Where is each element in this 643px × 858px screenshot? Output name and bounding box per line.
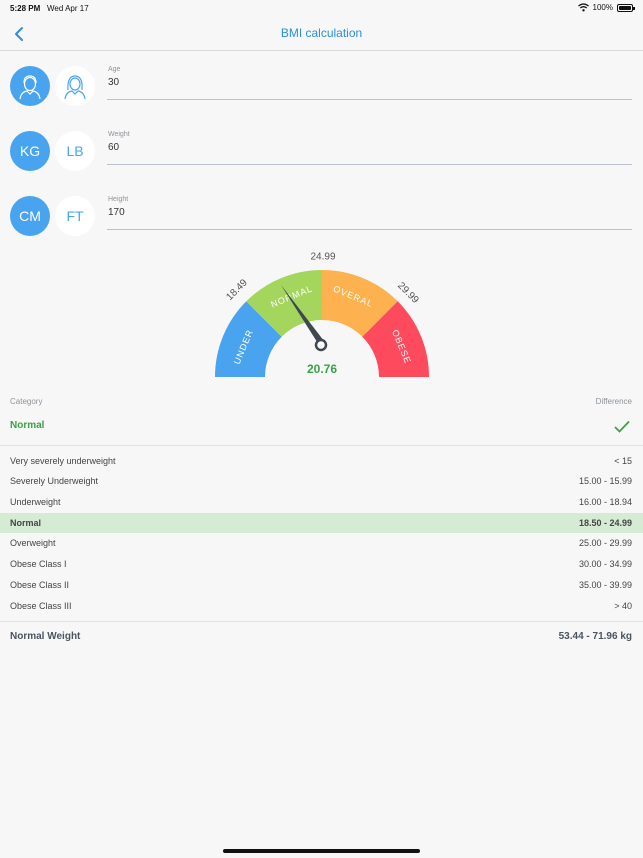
gauge-tick-2499: 24.99 xyxy=(310,252,335,263)
range-row-normal: Normal 18.50 - 24.99 xyxy=(0,513,643,533)
range-row-obese-class-1: Obese Class I 30.00 - 34.99 xyxy=(0,554,643,574)
unit-cm-button[interactable]: CM xyxy=(10,196,50,236)
gauge-tick-1849: 18.49 xyxy=(224,277,250,303)
age-label: Age xyxy=(108,66,121,73)
range-row-very-severely-underweight: Very severely underweight < 15 xyxy=(0,451,643,471)
female-gender-button[interactable] xyxy=(55,66,95,106)
gauge-tick-2999: 29.99 xyxy=(395,280,421,306)
weight-value[interactable]: 60 xyxy=(108,142,633,153)
battery-icon xyxy=(617,3,635,12)
divider xyxy=(0,621,643,622)
gauge-pivot xyxy=(314,338,328,352)
page-title: BMI calculation xyxy=(280,26,363,40)
range-value: < 15 xyxy=(614,456,632,466)
height-value[interactable]: 170 xyxy=(108,207,633,218)
status-bar: 5:28 PM Wed Apr 17 100% xyxy=(0,0,643,18)
range-row-severely-underweight: Severely Underweight 15.00 - 15.99 xyxy=(0,471,643,491)
range-name: Severely Underweight xyxy=(10,476,99,486)
age-value[interactable]: 30 xyxy=(108,77,633,88)
gauge-bmi-value: 20.76 xyxy=(307,362,337,376)
unit-kg-button[interactable]: KG xyxy=(10,131,50,171)
male-avatar-icon xyxy=(19,75,41,100)
bmi-gauge: UNDER NORMAL OVERAL OBESE 18.49 24.99 29… xyxy=(214,252,429,377)
range-row-obese-class-3: Obese Class III > 40 xyxy=(0,596,643,616)
weight-field[interactable]: Weight 60 xyxy=(107,131,632,165)
wifi-icon xyxy=(577,3,589,12)
unit-lb-button[interactable]: LB xyxy=(55,131,95,171)
range-name: Underweight xyxy=(10,497,61,507)
unit-ft-button[interactable]: FT xyxy=(55,196,95,236)
range-value: 25.00 - 29.99 xyxy=(578,538,632,548)
range-value: > 40 xyxy=(614,601,632,611)
range-value: 16.00 - 18.94 xyxy=(578,497,632,507)
check-icon xyxy=(614,420,630,433)
category-header: Category xyxy=(10,397,43,406)
status-date: Wed Apr 17 xyxy=(47,4,89,13)
male-gender-button[interactable] xyxy=(10,66,50,106)
range-name: Normal xyxy=(10,518,42,528)
range-value: 35.00 - 39.99 xyxy=(578,580,632,590)
age-field[interactable]: Age 30 xyxy=(107,66,632,100)
nav-bar: BMI calculation xyxy=(0,18,643,51)
battery-percent: 100% xyxy=(592,3,613,12)
status-time: 5:28 PM xyxy=(10,4,41,13)
weight-label: Weight xyxy=(108,131,130,138)
range-row-underweight: Underweight 16.00 - 18.94 xyxy=(0,492,643,512)
height-field[interactable]: Height 170 xyxy=(107,196,632,230)
range-name: Very severely underweight xyxy=(10,456,116,466)
range-value: 30.00 - 34.99 xyxy=(578,559,632,569)
home-indicator xyxy=(223,849,420,853)
range-row-obese-class-2: Obese Class II 35.00 - 39.99 xyxy=(0,575,643,595)
divider xyxy=(0,445,643,446)
height-label: Height xyxy=(108,196,129,203)
range-name: Overweight xyxy=(10,538,56,548)
normal-weight-value: 53.44 - 71.96 kg xyxy=(558,631,632,642)
range-value: 18.50 - 24.99 xyxy=(578,518,632,528)
range-name: Obese Class I xyxy=(10,559,67,569)
female-avatar-icon xyxy=(64,75,86,100)
status-right: 100% xyxy=(577,3,635,12)
normal-weight-label: Normal Weight xyxy=(10,631,81,642)
range-value: 15.00 - 15.99 xyxy=(578,476,632,486)
range-row-overweight: Overweight 25.00 - 29.99 xyxy=(0,533,643,553)
range-name: Obese Class II xyxy=(10,580,70,590)
difference-header: Difference xyxy=(595,397,632,406)
range-name: Obese Class III xyxy=(10,601,72,611)
current-category: Normal xyxy=(10,420,45,431)
